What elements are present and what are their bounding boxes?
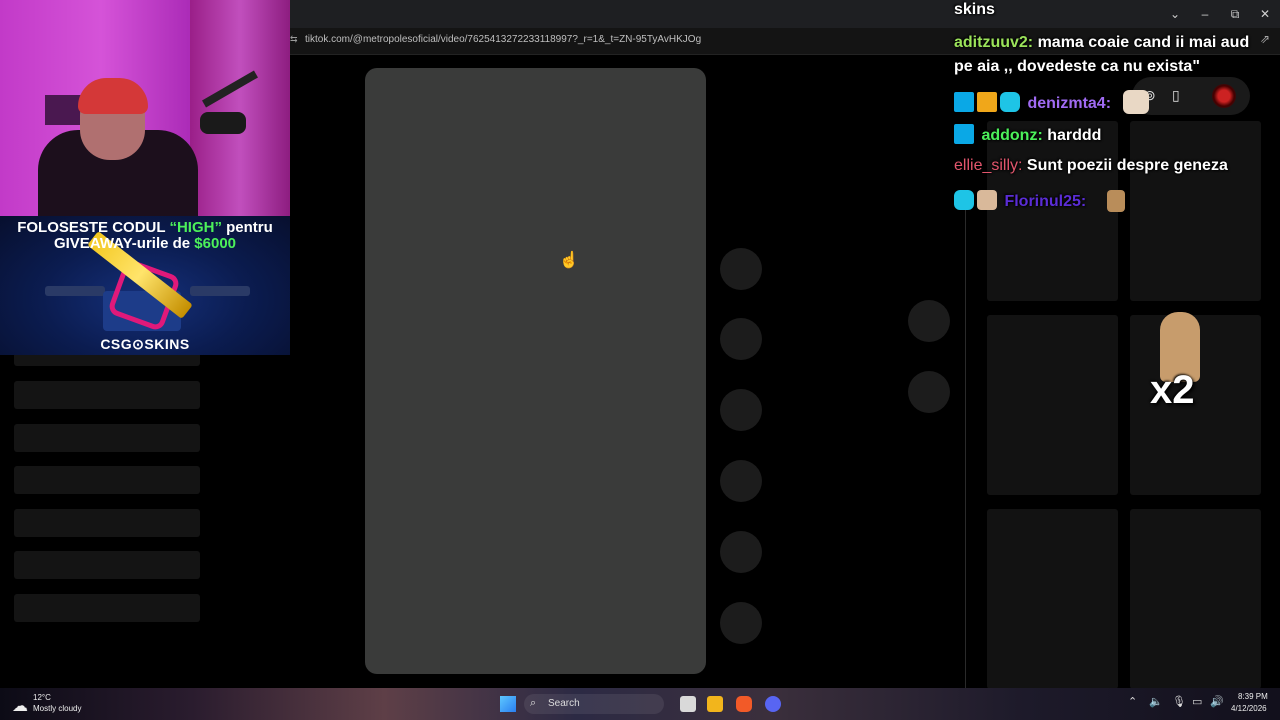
taskbar: ☁ 12°C Mostly cloudy ⌕ Search ⌃ 🔈 🎙 ▭ 🔊 … [0,688,1280,720]
chat-message: denizmta4: [954,90,1150,114]
minimize-button[interactable]: – [1190,0,1220,28]
chevron-up-icon[interactable]: ⌃ [1128,695,1137,708]
speaker-icon[interactable]: 🔈 [1149,695,1163,708]
chat-username: addonz: [981,127,1043,144]
microphone [200,112,246,134]
action-button[interactable] [720,602,762,644]
clock-date[interactable]: 4/12/2026 [1231,704,1267,713]
header-actions: ⊚ ▯ [1132,77,1250,115]
browser-titlebar: ⌄ – ⧉ ✕ [290,0,1280,28]
windows-start-icon[interactable] [500,696,516,712]
url-text[interactable]: tiktok.com/@metropolesoficial/video/7625… [305,34,701,45]
cloud-icon[interactable]: ☁ [12,696,28,716]
grid-tile[interactable] [987,315,1118,495]
sidebar-skeleton-item [14,551,200,579]
promo-line-2: GIVEAWAY-urile de $6000 [0,235,290,252]
action-button[interactable] [720,389,762,431]
sidebar-skeleton-item [14,509,200,537]
action-button[interactable] [720,531,762,573]
sidebar-skeleton-item [14,381,200,409]
avatar[interactable] [1212,84,1236,108]
curtain [190,0,290,216]
moderator-badge-icon [954,124,974,144]
dancing-emote-icon [1106,190,1125,212]
grid-tile[interactable] [1130,509,1261,689]
combo-counter: x2 [1150,368,1195,412]
cat-emote-icon [1123,90,1150,114]
chat-username: ellie_silly: [954,157,1023,174]
weather-desc[interactable]: Mostly cloudy [33,704,81,713]
close-button[interactable]: ✕ [1250,0,1280,28]
chat-message-continued: pe aia ,, dovedeste ca nu exista" [954,58,1200,75]
chat-text: Sunt poezii despre geneza [1026,157,1228,174]
chat-title: skins [954,1,995,18]
promo-text: pentru [221,219,273,236]
taskbar-search[interactable]: ⌕ Search [524,694,664,714]
weather-temp[interactable]: 12°C [33,693,51,702]
divider [965,200,966,688]
grid-tile[interactable] [1130,121,1261,301]
chat-message: aditzuuv2: mama coaie cand ii mai aud [954,34,1249,52]
chat-message: ellie_silly: Sunt poezii despre geneza [954,157,1228,175]
promo-code: “HIGH” [169,219,222,236]
share-icon[interactable]: ⇗ [1260,32,1270,47]
webcam-overlay [0,0,290,216]
promo-line-1: FOLOSESTE CODUL “HIGH” pentru [0,219,290,236]
rifle-image [190,286,250,296]
action-button[interactable] [720,318,762,360]
phone-icon[interactable]: ▯ [1172,87,1180,104]
sidebar-skeleton-item [14,466,200,494]
action-button[interactable] [720,248,762,290]
network-icon[interactable]: ▭ [1192,695,1202,708]
search-label: Search [548,698,580,709]
rifle-image [45,286,105,296]
window-controls: ⌄ – ⧉ ✕ [1160,0,1280,28]
chat-message: Florinul25: [954,190,1125,212]
microphone-icon[interactable]: 🎙 [1172,695,1186,708]
discord-icon[interactable] [765,696,781,712]
nav-up-button[interactable] [908,300,950,342]
video-placeholder[interactable] [365,68,706,674]
promo-text: GIVEAWAY-urile de [53,235,195,252]
sidebar-skeleton-item [14,594,200,622]
chevron-down-icon[interactable]: ⌄ [1160,0,1190,28]
chat-text: harddd [1047,127,1102,144]
hand-cursor-icon: ☝ [559,252,579,269]
chat-text: mama coaie cand ii mai aud [1037,34,1250,51]
clock-time[interactable]: 8:39 PM [1238,692,1268,701]
chat-message: addonz: harddd [954,124,1101,145]
promo-banner: FOLOSESTE CODUL “HIGH” pentru GIVEAWAY-u… [0,216,290,355]
promo-text: FOLOSESTE CODUL [17,219,170,236]
chat-username: Florinul25: [1004,193,1087,210]
promo-brand: CSG⊙SKINS [100,336,190,352]
search-icon: ⌕ [530,697,537,709]
sidebar-skeleton-item [14,424,200,452]
robot-badge-icon [954,190,974,210]
cat-badge-icon [977,190,997,210]
volume-icon[interactable]: 🔊 [1210,695,1224,708]
task-view-icon[interactable] [680,696,696,712]
moderator-badge-icon [954,92,974,112]
promo-amount: $6000 [194,235,237,252]
nav-down-button[interactable] [908,371,950,413]
crown-badge-icon [977,92,997,112]
site-info-icon[interactable]: ⇆ [290,34,298,45]
robot-badge-icon [1000,92,1020,112]
maximize-button[interactable]: ⧉ [1220,0,1250,28]
action-button[interactable] [720,460,762,502]
brave-browser-icon[interactable] [736,696,752,712]
chat-username: denizmta4: [1027,95,1112,112]
grid-tile[interactable] [987,509,1118,689]
file-explorer-icon[interactable] [707,696,723,712]
chat-username: aditzuuv2: [954,34,1034,51]
streamer-hat [78,78,148,114]
